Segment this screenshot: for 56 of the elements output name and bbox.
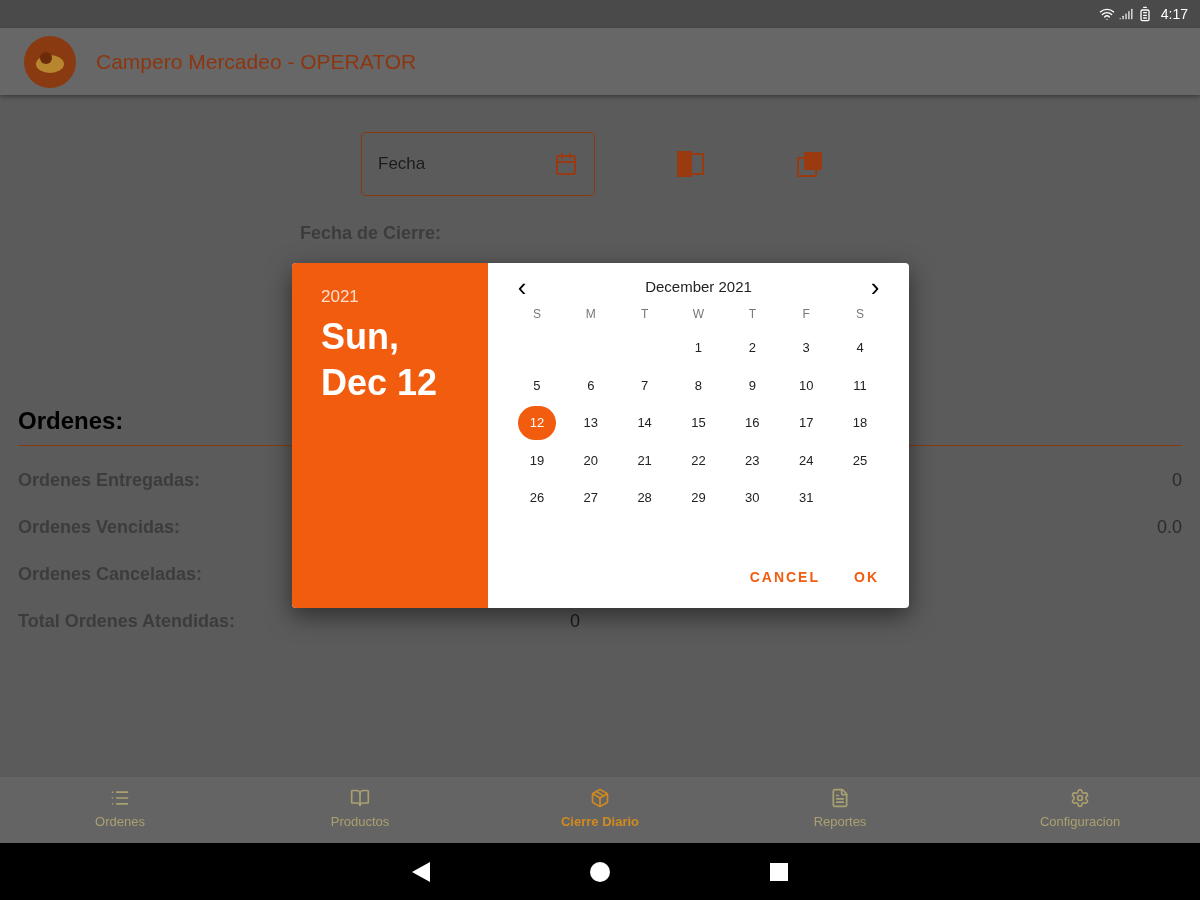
signal-icon	[1118, 7, 1133, 21]
calendar-day[interactable]: 25	[841, 443, 880, 478]
home-icon[interactable]	[590, 861, 610, 882]
calendar-day[interactable]: 30	[733, 480, 772, 515]
calendar-day[interactable]: 28	[625, 480, 664, 515]
calendar-day[interactable]: 6	[571, 368, 610, 403]
calendar-day[interactable]: 5	[517, 368, 556, 403]
weekday-label: S	[856, 306, 865, 323]
status-time: 4:17	[1160, 4, 1188, 24]
weekday-label: M	[585, 306, 596, 323]
recents-icon[interactable]	[770, 862, 788, 881]
calendar-day[interactable]: 27	[571, 480, 610, 515]
calendar-day[interactable]: 10	[787, 368, 826, 403]
calendar-day[interactable]: 24	[787, 443, 826, 478]
calendar-day[interactable]: 7	[625, 368, 664, 403]
calendar-day[interactable]: 11	[841, 368, 880, 403]
calendar-day[interactable]: 15	[679, 405, 718, 440]
calendar-day[interactable]: 20	[571, 443, 610, 478]
app-title: Campero Mercadeo - OPERATOR	[96, 48, 417, 75]
calendar-day[interactable]: 23	[733, 443, 772, 478]
date-field[interactable]: Fecha	[361, 132, 595, 196]
calendar-day[interactable]: 31	[787, 480, 826, 515]
calendar-day[interactable]: 1	[679, 330, 718, 365]
calendar-day[interactable]: 8	[679, 368, 718, 403]
calendar-day[interactable]: 16	[733, 405, 772, 440]
calendar-day[interactable]: 9	[733, 368, 772, 403]
calendar-day[interactable]: 26	[517, 480, 556, 515]
date-input[interactable]: Fecha	[378, 151, 528, 177]
weekday-label: T	[640, 306, 649, 323]
calendar-day[interactable]: 4	[841, 330, 880, 365]
logo-icon	[24, 35, 76, 88]
weekday-label: F	[802, 306, 810, 323]
calendar-day[interactable]: 21	[625, 443, 664, 478]
document-icon	[830, 788, 850, 809]
weekday-label: S	[532, 306, 541, 323]
weekday-label: W	[692, 306, 705, 323]
calendar-day[interactable]: 29	[679, 480, 718, 515]
settings-icon	[1070, 788, 1090, 809]
next-month-button[interactable]: ›	[863, 274, 887, 300]
calendar-day[interactable]: 17	[787, 405, 826, 440]
calendar-day[interactable]: 14	[625, 405, 664, 440]
month-title: December 2021	[645, 276, 752, 297]
previous-month-button[interactable]: ‹	[510, 274, 534, 300]
wifi-icon	[1098, 6, 1115, 22]
box-icon	[590, 788, 610, 809]
calendar-day[interactable]: 3	[787, 330, 826, 365]
book-icon	[350, 788, 370, 809]
back-icon[interactable]	[412, 861, 430, 882]
weekday-label: T	[748, 306, 756, 323]
picker-date: Sun, Dec 12	[321, 314, 438, 405]
orders-heading: Ordenes:	[18, 406, 124, 436]
calendar-day[interactable]: 13	[571, 405, 610, 440]
calendar-day[interactable]: 22	[679, 443, 718, 478]
calendar-day[interactable]: 19	[517, 443, 556, 478]
calendar-day[interactable]: 18	[841, 405, 880, 440]
calendar-day[interactable]: 2	[733, 330, 772, 365]
